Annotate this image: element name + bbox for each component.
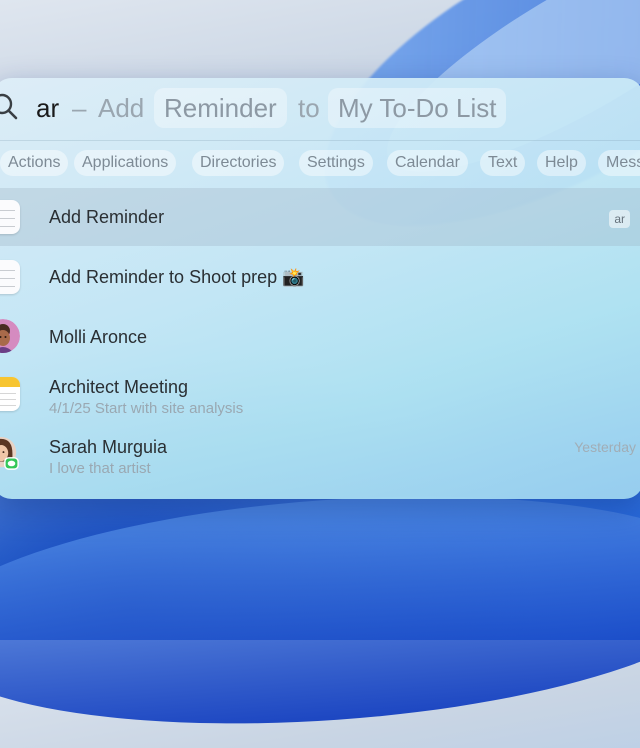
search-divider bbox=[0, 140, 640, 141]
notes-icon bbox=[0, 377, 20, 411]
suggestion-separator: – bbox=[72, 93, 87, 123]
result-timestamp: Yesterday bbox=[574, 439, 636, 455]
result-row-contact-molli[interactable]: Molli Aronce bbox=[0, 308, 640, 366]
search-bar[interactable]: ar – Add Reminder to My To-Do List bbox=[0, 78, 640, 140]
result-subtitle: I love that artist bbox=[49, 460, 151, 477]
filter-chip-help[interactable]: Help bbox=[537, 150, 586, 176]
result-row-note-architect-meeting[interactable]: Architect Meeting 4/1/25 Start with site… bbox=[0, 368, 640, 426]
spotlight-panel: ar – Add Reminder to My To-Do List Actio… bbox=[0, 78, 640, 499]
result-subtitle: 4/1/25 Start with site analysis bbox=[49, 400, 244, 417]
reminders-icon bbox=[0, 200, 20, 234]
result-title: Architect Meeting bbox=[49, 377, 189, 397]
messages-avatar-icon bbox=[0, 437, 19, 470]
filter-chip-directories[interactable]: Directories bbox=[192, 150, 285, 176]
contact-avatar-icon bbox=[0, 319, 20, 353]
suggestion-target-token[interactable]: My To-Do List bbox=[328, 88, 507, 128]
result-row-add-reminder-shoot-prep[interactable]: Add Reminder to Shoot prep 📸 bbox=[0, 248, 640, 306]
filter-chip-messages[interactable]: Mess bbox=[598, 150, 640, 176]
wallpaper-wave bbox=[0, 471, 640, 748]
result-row-message-sarah[interactable]: Sarah Murguia I love that artist Yesterd… bbox=[0, 428, 640, 486]
filter-chip-calendar[interactable]: Calendar bbox=[387, 150, 468, 176]
result-title: Add Reminder to Shoot prep 📸 bbox=[49, 267, 305, 287]
result-title: Molli Aronce bbox=[49, 327, 148, 347]
filter-chip-settings[interactable]: Settings bbox=[299, 150, 373, 176]
filter-chip-applications[interactable]: Applications bbox=[74, 150, 177, 176]
result-title: Sarah Murguia bbox=[49, 437, 168, 457]
suggestion-joiner: to bbox=[298, 93, 320, 123]
search-icon bbox=[0, 93, 18, 120]
result-title: Add Reminder bbox=[49, 207, 165, 227]
suggestion-action-token[interactable]: Reminder bbox=[154, 88, 287, 128]
search-query[interactable]: ar bbox=[36, 92, 59, 124]
filter-chip-text[interactable]: Text bbox=[480, 150, 526, 176]
result-row-add-reminder[interactable]: Add Reminder ar bbox=[0, 188, 640, 246]
filter-bar: Actions Applications Directories Setting… bbox=[0, 150, 640, 176]
suggestion-verb: Add bbox=[98, 93, 145, 123]
shortcut-badge: ar bbox=[609, 210, 630, 228]
reminders-icon bbox=[0, 260, 20, 294]
filter-chip-actions[interactable]: Actions bbox=[0, 150, 69, 176]
